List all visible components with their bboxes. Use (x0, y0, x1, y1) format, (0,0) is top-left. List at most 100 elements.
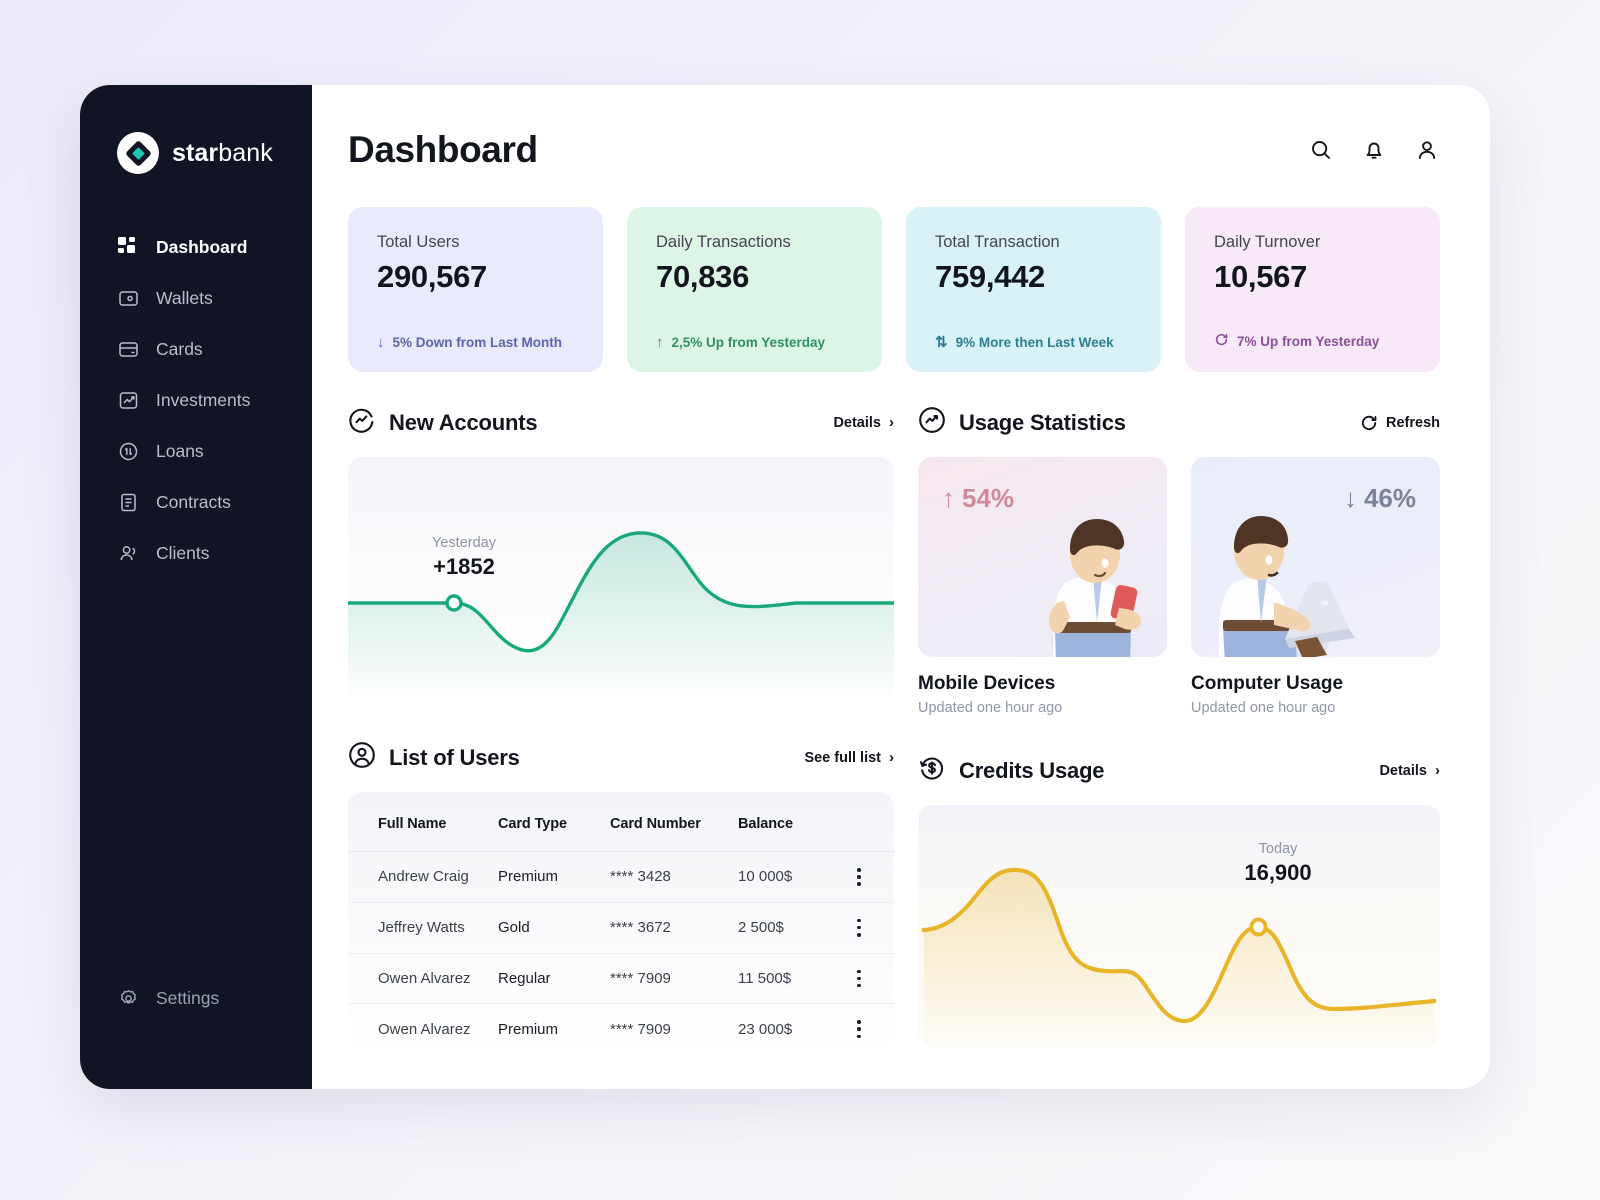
bell-icon[interactable] (1361, 137, 1387, 163)
cell-card-type: Gold (498, 901, 610, 954)
stat-label: Total Transaction (935, 233, 1060, 251)
column-header-actions (848, 792, 894, 852)
user-icon[interactable] (1414, 137, 1440, 163)
brand-logo[interactable]: starbank (80, 132, 312, 174)
users-table-container: Full Name Card Type Card Number Balance … (348, 792, 894, 1055)
cell-full-name: Owen Alvarez (348, 952, 498, 1004)
credits-details-link[interactable]: Details › (1379, 762, 1440, 779)
cell-actions (848, 851, 894, 903)
user-circle-icon (348, 741, 376, 774)
cell-actions (848, 952, 894, 1004)
cell-full-name: Jeffrey Watts (348, 901, 498, 954)
usage-card-subtitle: Updated one hour ago (1191, 700, 1336, 716)
cell-full-name: Owen Alvarez (348, 1003, 498, 1055)
credits-usage-tooltip: Today 16,900 (1218, 841, 1338, 886)
sidebar-item-settings[interactable]: Settings (80, 975, 312, 1021)
main-content: Dashboard Total Users 290,567 ↓ 5% Down … (312, 85, 1490, 1089)
refresh-circle-icon (1214, 332, 1229, 350)
new-accounts-chart[interactable]: Yesterday +1852 (348, 457, 894, 703)
page-title: Dashboard (348, 129, 538, 170)
row-menu-icon[interactable] (848, 1020, 870, 1039)
link-label: Refresh (1386, 414, 1440, 431)
search-icon[interactable] (1308, 137, 1334, 163)
chart-datapoint-marker (445, 594, 463, 612)
sidebar-item-contracts[interactable]: Contracts (80, 479, 312, 525)
stat-delta-text: 7% Up from Yesterday (1237, 333, 1380, 349)
right-column: Usage Statistics Refresh ↑ 54% Mobile De… (918, 406, 1440, 1054)
cell-card-type: Premium (498, 1003, 610, 1055)
cell-card-type: Regular (498, 952, 610, 1004)
row-menu-icon[interactable] (848, 969, 870, 988)
table-row[interactable]: Owen Alvarez Regular **** 7909 11 500$ (348, 952, 894, 1004)
left-column: New Accounts Details › Yesterday +1852 L… (348, 406, 894, 1055)
cell-card-number: **** 7909 (610, 952, 738, 1004)
sidebar-item-label: Cards (156, 338, 203, 359)
stat-card-total-transaction[interactable]: Total Transaction 759,442 ⇅ 9% More then… (906, 207, 1161, 372)
card-icon (117, 338, 139, 360)
new-accounts-tooltip: Yesterday +1852 (404, 535, 524, 580)
credits-usage-header: Credits Usage Details › (918, 754, 1440, 787)
users-table-body: Andrew Craig Premium **** 3428 10 000$ J… (348, 851, 894, 1055)
sidebar-nav: Dashboard Wallets Cards Investments Loan… (80, 224, 312, 576)
column-header-balance: Balance (738, 816, 793, 832)
sidebar-item-wallets[interactable]: Wallets (80, 275, 312, 321)
row-menu-icon[interactable] (848, 918, 870, 937)
dollar-circle-icon (918, 754, 946, 787)
sidebar-item-cards[interactable]: Cards (80, 326, 312, 372)
wallet-icon (117, 287, 139, 309)
tooltip-value: 16,900 (1244, 860, 1312, 885)
stat-label: Daily Turnover (1214, 233, 1321, 251)
usage-card-mobile-devices[interactable]: ↑ 54% Mobile Devices Updated one hour ag… (918, 457, 1167, 716)
table-row[interactable]: Owen Alvarez Premium **** 7909 23 000$ (348, 1003, 894, 1055)
list-of-users-header: List of Users See full list › (348, 741, 894, 774)
column-header-card-type: Card Type (498, 816, 567, 832)
users-table-head: Full Name Card Type Card Number Balance (348, 792, 894, 852)
sidebar-item-dashboard[interactable]: Dashboard (80, 224, 312, 270)
sidebar-item-label: Clients (156, 542, 210, 563)
usage-cards: ↑ 54% Mobile Devices Updated one hour ag… (918, 457, 1440, 716)
table-row[interactable]: Jeffrey Watts Gold **** 3672 2 500$ (348, 901, 894, 954)
see-full-list-link[interactable]: See full list › (804, 749, 894, 766)
row-menu-icon[interactable] (848, 868, 870, 886)
stat-value: 290,567 (377, 259, 487, 294)
sidebar-item-label: Settings (156, 987, 220, 1008)
arrow-down-icon: ↓ (377, 334, 385, 351)
cell-card-number: **** 7909 (610, 1003, 738, 1055)
gear-icon (117, 987, 139, 1009)
stat-card-daily-transactions[interactable]: Daily Transactions 70,836 ↑ 2,5% Up from… (627, 207, 882, 372)
stat-card-total-users[interactable]: Total Users 290,567 ↓ 5% Down from Last … (348, 207, 603, 372)
users-icon (117, 542, 139, 564)
usage-refresh-link[interactable]: Refresh (1360, 414, 1440, 432)
credits-usage-chart[interactable]: Today 16,900 (918, 805, 1440, 1048)
usage-card-title: Computer Usage (1191, 673, 1344, 694)
section-title-text: List of Users (389, 744, 520, 770)
person-with-phone-illustration (1049, 519, 1141, 657)
stat-delta-text: 9% More then Last Week (955, 335, 1114, 350)
column-header-full-name: Full Name (378, 816, 447, 832)
refresh-icon (1360, 414, 1378, 432)
arrows-updown-icon: ⇅ (935, 334, 948, 351)
sidebar-item-loans[interactable]: Loans (80, 428, 312, 474)
stat-delta: 7% Up from Yesterday (1214, 332, 1412, 350)
section-title-text: New Accounts (389, 409, 538, 435)
stat-value: 759,442 (935, 259, 1045, 294)
usage-percent-value: 46% (1363, 483, 1416, 513)
new-accounts-details-link[interactable]: Details › (833, 414, 894, 431)
section-title-text: Credits Usage (959, 757, 1105, 783)
arrow-up-icon: ↑ (942, 483, 955, 513)
sidebar-item-label: Investments (156, 389, 251, 410)
app-window: starbank Dashboard Wallets Cards Investm… (80, 85, 1490, 1089)
chevron-right-icon: › (889, 414, 894, 431)
usage-card-computer-usage[interactable]: ↓ 46% Computer Usage Updated one hour ag… (1191, 457, 1440, 716)
column-header-card-number: Card Number (610, 816, 701, 832)
stat-card-daily-turnover[interactable]: Daily Turnover 10,567 7% Up from Yesterd… (1185, 207, 1440, 372)
cell-card-number: **** 3672 (610, 901, 738, 954)
document-icon (117, 491, 139, 513)
sidebar-item-clients[interactable]: Clients (80, 530, 312, 576)
grid-icon (117, 236, 139, 258)
users-table: Full Name Card Type Card Number Balance … (348, 792, 894, 1055)
cell-balance: 10 000$ (738, 851, 848, 903)
sidebar-item-investments[interactable]: Investments (80, 377, 312, 423)
table-row[interactable]: Andrew Craig Premium **** 3428 10 000$ (348, 851, 894, 903)
tooltip-label: Yesterday (432, 535, 496, 551)
